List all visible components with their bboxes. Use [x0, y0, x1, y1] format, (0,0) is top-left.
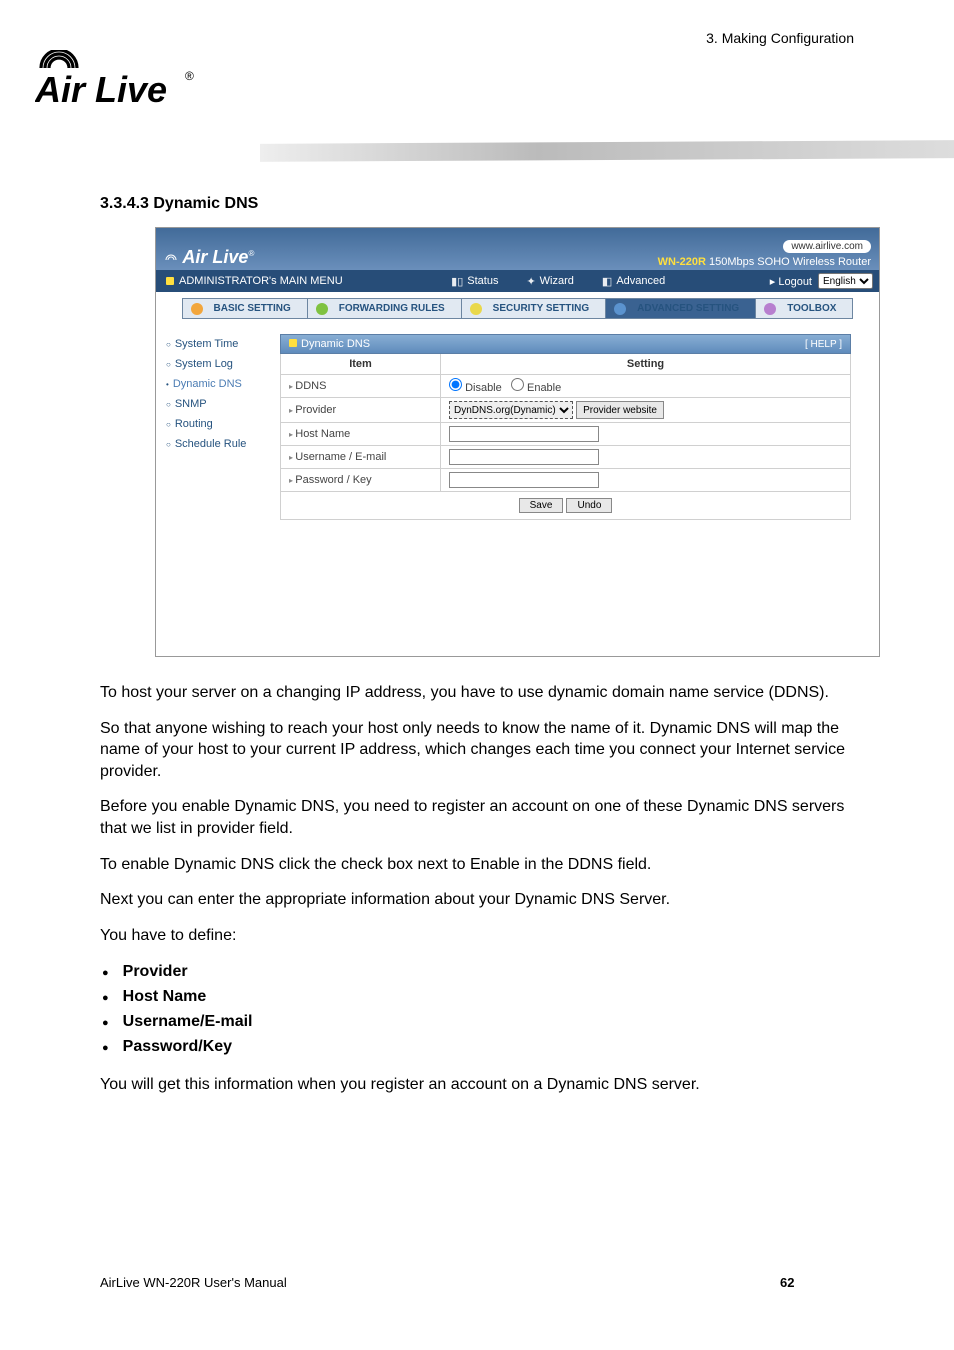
- svg-text:®: ®: [185, 69, 194, 83]
- svg-text:Air Live: Air Live: [35, 69, 167, 110]
- username-input[interactable]: [449, 449, 599, 465]
- footer-title: AirLive WN-220R User's Manual: [100, 1275, 780, 1290]
- menubar: ADMINISTRATOR's MAIN MENU ▮▯Status ✦Wiza…: [156, 270, 879, 292]
- save-button[interactable]: Save: [519, 498, 564, 513]
- list-item: Provider: [100, 960, 860, 985]
- list-item: Host Name: [100, 985, 860, 1010]
- ddns-enable-option[interactable]: Enable: [511, 382, 561, 394]
- sidebar-item-system-log[interactable]: System Log: [156, 354, 276, 374]
- language-select[interactable]: English: [818, 273, 873, 289]
- row-password-label: Password / Key: [281, 469, 441, 492]
- sidebar-item-snmp[interactable]: SNMP: [156, 394, 276, 414]
- sidebar-item-routing[interactable]: Routing: [156, 414, 276, 434]
- row-provider-label: Provider: [281, 398, 441, 423]
- lock-icon: [470, 303, 482, 315]
- main-menu-label[interactable]: ADMINISTRATOR's MAIN MENU: [156, 275, 353, 287]
- screenshot-logo: Air Live®: [164, 247, 254, 268]
- main-panel: Dynamic DNS [ HELP ] Item Setting DDNS D…: [276, 326, 879, 656]
- paragraph: Before you enable Dynamic DNS, you need …: [100, 796, 860, 839]
- tab-toolbox[interactable]: TOOLBOX: [756, 299, 852, 318]
- paragraph: You will get this information when you r…: [100, 1074, 860, 1096]
- list-item: Password/Key: [100, 1035, 860, 1060]
- signal-icon: ▮▯: [451, 275, 463, 288]
- page-footer: AirLive WN-220R User's Manual 62: [100, 1275, 860, 1290]
- section-heading: 3.3.4.3 Dynamic DNS: [100, 195, 860, 213]
- wand-icon: ✦: [526, 275, 535, 288]
- sidebar: System Time System Log Dynamic DNS SNMP …: [156, 326, 276, 656]
- definition-list: Provider Host Name Username/E-mail Passw…: [100, 960, 860, 1059]
- menu-wizard[interactable]: ✦Wizard: [526, 275, 573, 288]
- folder-icon: [166, 277, 174, 285]
- panel-title: Dynamic DNS: [301, 338, 370, 350]
- screenshot-header: Air Live® www.airlive.com WN-220R 150Mbp…: [156, 228, 879, 270]
- th-item: Item: [281, 354, 441, 375]
- gear-icon: [614, 303, 626, 315]
- sidebar-item-schedule-rule[interactable]: Schedule Rule: [156, 434, 276, 454]
- menu-status[interactable]: ▮▯Status: [451, 275, 498, 288]
- divider: [260, 140, 954, 162]
- row-username-label: Username / E-mail: [281, 446, 441, 469]
- tab-basic[interactable]: BASIC SETTING: [183, 299, 308, 318]
- tabbar: BASIC SETTING FORWARDING RULES SECURITY …: [156, 292, 879, 326]
- provider-select[interactable]: DynDNS.org(Dynamic): [449, 401, 573, 419]
- ddns-enable-radio[interactable]: [511, 378, 524, 391]
- paragraph: To host your server on a changing IP add…: [100, 682, 860, 704]
- tab-security[interactable]: SECURITY SETTING: [462, 299, 607, 318]
- toolbox-icon: [764, 303, 776, 315]
- provider-website-button[interactable]: Provider website: [576, 401, 664, 419]
- help-link[interactable]: [ HELP ]: [805, 339, 842, 350]
- arrows-icon: [316, 303, 328, 315]
- product-tagline: WN-220R 150Mbps SOHO Wireless Router: [658, 256, 871, 268]
- chapter-header: 3. Making Configuration: [706, 30, 854, 46]
- url-pill: www.airlive.com: [783, 240, 871, 253]
- password-input[interactable]: [449, 472, 599, 488]
- settings-table: Item Setting DDNS Disable Enable Provide…: [280, 354, 851, 520]
- puzzle-icon: ◧: [602, 275, 612, 288]
- th-setting: Setting: [441, 354, 851, 375]
- undo-button[interactable]: Undo: [566, 498, 612, 513]
- paragraph: To enable Dynamic DNS click the check bo…: [100, 854, 860, 876]
- menu-advanced[interactable]: ◧Advanced: [602, 275, 665, 288]
- brand-logo: Air Live ®: [35, 50, 195, 119]
- sidebar-item-system-time[interactable]: System Time: [156, 334, 276, 354]
- row-ddns-label: DDNS: [281, 375, 441, 398]
- hostname-input[interactable]: [449, 426, 599, 442]
- paragraph: Next you can enter the appropriate infor…: [100, 889, 860, 911]
- ddns-disable-option[interactable]: Disable: [449, 382, 502, 394]
- paragraph: You have to define:: [100, 925, 860, 947]
- router-admin-screenshot: Air Live® www.airlive.com WN-220R 150Mbp…: [155, 227, 880, 657]
- folder-icon: [289, 339, 297, 347]
- logout-link[interactable]: ▸ Logout: [770, 275, 812, 288]
- row-hostname-label: Host Name: [281, 423, 441, 446]
- list-item: Username/E-mail: [100, 1010, 860, 1035]
- disk-icon: [191, 303, 203, 315]
- ddns-disable-radio[interactable]: [449, 378, 462, 391]
- paragraph: So that anyone wishing to reach your hos…: [100, 718, 860, 783]
- tab-advanced[interactable]: ADVANCED SETTING: [606, 299, 756, 318]
- footer-page-number: 62: [780, 1275, 860, 1290]
- sidebar-item-dynamic-dns[interactable]: Dynamic DNS: [156, 374, 276, 394]
- tab-forwarding[interactable]: FORWARDING RULES: [308, 299, 462, 318]
